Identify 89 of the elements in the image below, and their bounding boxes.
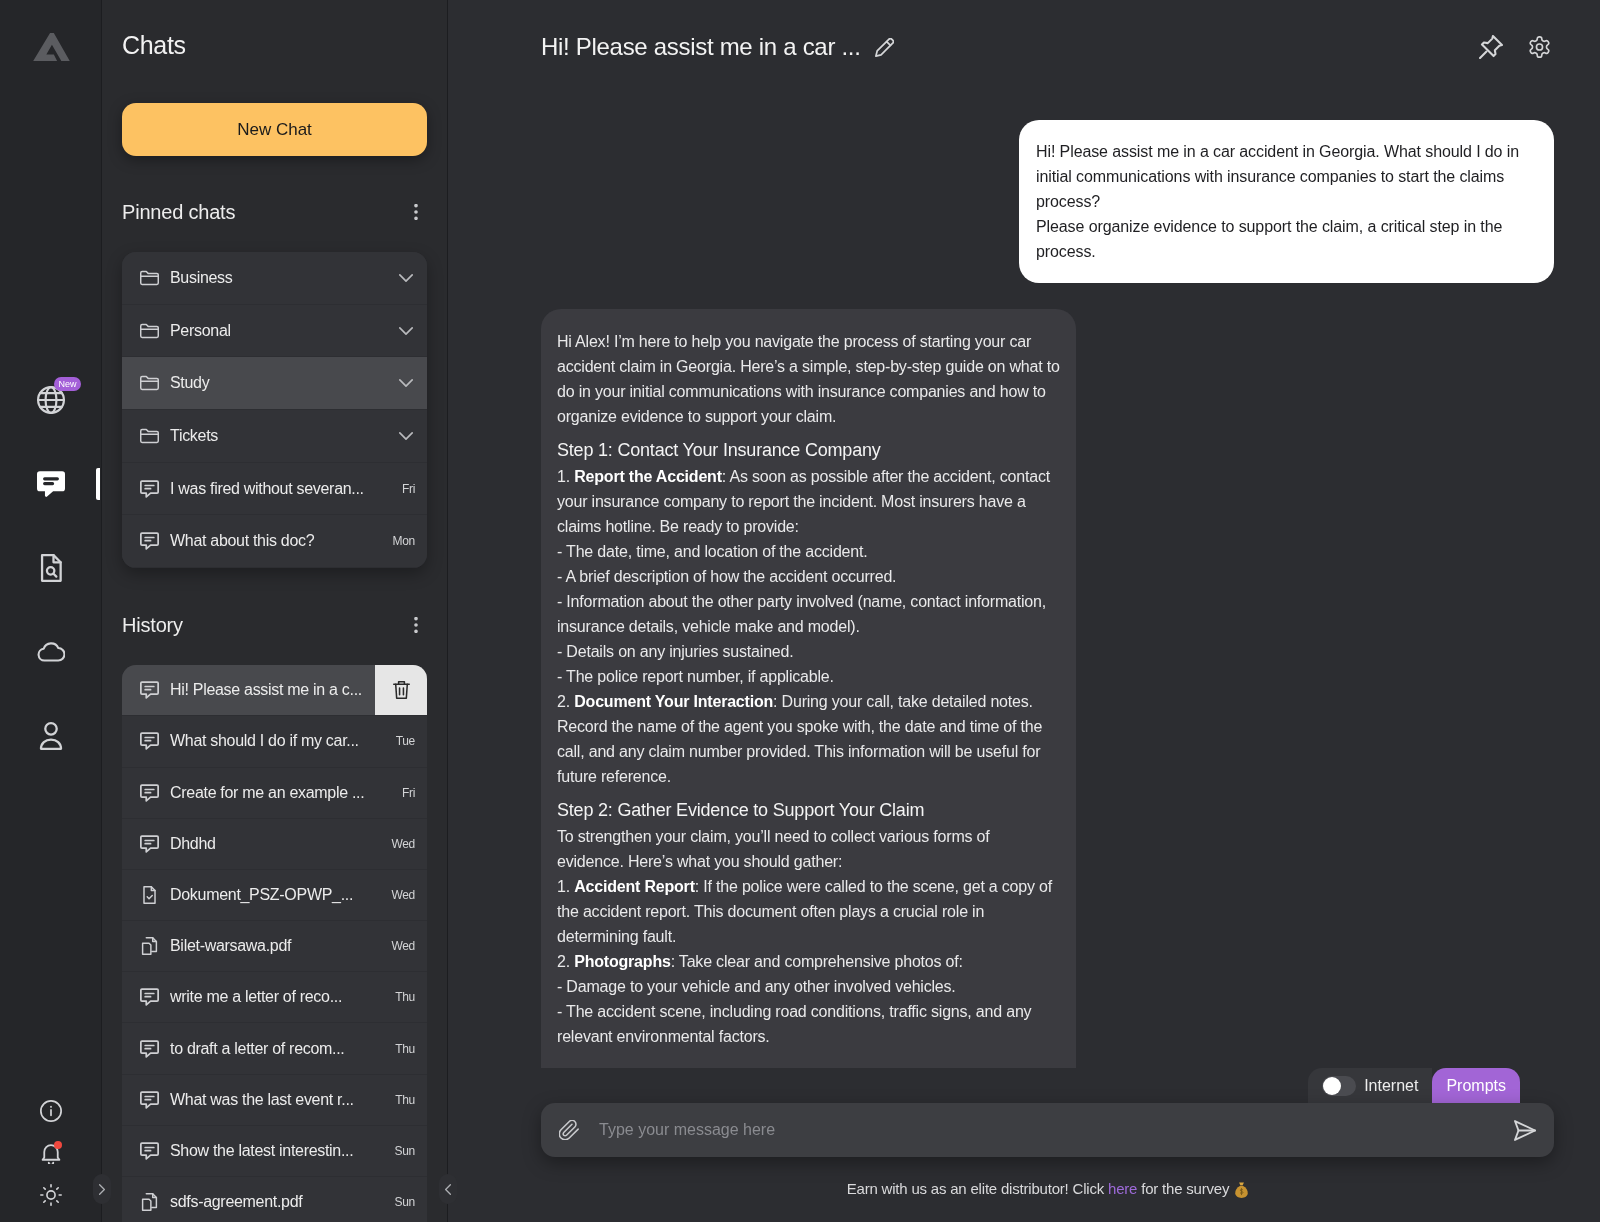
chat-bubble-icon: [140, 532, 159, 551]
folder-icon: [140, 374, 159, 393]
message-text: Hi! Please assist me in a car accident in Georgia. What should I do in initial communications with insurance companies to start the claims process?: [1036, 142, 1521, 212]
message-text: Please organize evidence to support the claim, a critical step in the process.: [1036, 217, 1504, 262]
section-title: History: [122, 613, 183, 639]
chat-bubble-icon: [140, 1039, 159, 1058]
new-chat-button[interactable]: New Chat: [122, 103, 427, 156]
message-heading: Step 2: Gather Evidence to Support Your Claim: [557, 799, 926, 822]
chevron-down-icon[interactable]: [399, 379, 413, 388]
message-text: - Information about the other party involved (name, contact information, insurance details, vehicle make and model).: [557, 592, 1047, 637]
pinned-item[interactable]: Business: [122, 252, 427, 305]
internet-tab[interactable]: Internet: [1308, 1068, 1433, 1103]
message-input[interactable]: Type your message here: [599, 1118, 1494, 1142]
chat-bubble-icon: [140, 783, 159, 802]
item-date: Wed: [391, 938, 415, 956]
money-bag-icon: [1235, 1181, 1249, 1198]
edit-icon[interactable]: [874, 37, 894, 57]
chat-bubble-icon: [140, 1141, 159, 1160]
item-date: Wed: [391, 886, 415, 904]
documents-icon: [140, 937, 159, 956]
chat-bubble-icon: [140, 1090, 159, 1109]
history-item[interactable]: Hi! Please assist me in a c...: [122, 665, 427, 717]
message-text: 2. Document Your Interaction: During your call, take detailed notes. Record the name of the agent you spoke with, the date and time of the call, and any claim number provided. This information will be useful for future reference.: [557, 692, 1044, 787]
message-text: - The police report number, if applicable.: [557, 667, 835, 687]
new-badge: New: [54, 377, 81, 391]
message-text: Hi Alex! I’m here to help you navigate the process of starting your car accident claim in Georgia. Here’s a simple, step-by-step guide on what to do in your initial communications with insurance companies and how to organize evidence to support your claim.: [557, 332, 1060, 427]
chat-bubble-icon[interactable]: [36, 470, 65, 498]
pinned-item[interactable]: Study: [122, 357, 427, 411]
item-date: Fri: [401, 784, 415, 802]
item-date: Mon: [392, 533, 415, 551]
promo-text: Earn with us as an elite distributor! Click here for the survey: [846, 1179, 1230, 1200]
globe-icon[interactable]: [36, 386, 65, 414]
expand-button[interactable]: [93, 1174, 111, 1204]
paperclip-icon[interactable]: [559, 1120, 579, 1140]
item-date: Sun: [394, 1194, 415, 1212]
bell-icon[interactable]: [39, 1142, 62, 1164]
item-date: Fri: [401, 480, 415, 498]
message-text: 1. Report the Accident: As soon as possible after the accident, contact your insurance company to report the incident. Most insurers have a claims hotline. Be ready to provide:: [557, 467, 1051, 537]
toggle-switch[interactable]: [1322, 1075, 1357, 1096]
message-text: - Details on any injuries sustained.: [557, 642, 795, 662]
pinned-item[interactable]: I was fired without severan... Fri: [122, 462, 427, 516]
folder-icon: [140, 426, 159, 445]
chevron-down-icon[interactable]: [399, 431, 413, 440]
message-heading: Step 1: Contact Your Insurance Company: [557, 439, 882, 462]
info-icon[interactable]: [39, 1100, 62, 1122]
chevron-left-icon: [445, 1183, 451, 1195]
pinned-item[interactable]: What about this doc? Mon: [122, 515, 427, 569]
chat-bubble-icon: [140, 681, 159, 700]
message-field[interactable]: Type your message here: [541, 1103, 1554, 1157]
item-date: Tue: [395, 733, 415, 751]
sidebar-title: Chats: [122, 30, 186, 62]
section-title: Pinned chats: [122, 200, 236, 225]
message-text: - Damage to your vehicle and any other involved vehicles.: [557, 977, 957, 997]
more-options-icon[interactable]: [414, 617, 418, 634]
item-date: Wed: [391, 835, 415, 853]
pin-icon[interactable]: [1479, 35, 1503, 59]
document-check-icon: [140, 885, 159, 904]
item-date: Sun: [394, 1142, 415, 1160]
folder-icon: [140, 268, 159, 287]
trash-icon: [392, 681, 410, 700]
send-icon[interactable]: [1514, 1119, 1536, 1141]
pinned-item[interactable]: Personal: [122, 304, 427, 358]
chat-bubble-icon: [140, 732, 159, 751]
message-text: - The accident scene, including road conditions, traffic signs, and any relevant environmental factors.: [557, 1002, 1033, 1047]
chat-bubble-icon: [140, 479, 159, 498]
chevron-down-icon[interactable]: [399, 326, 413, 335]
prompts-tab[interactable]: Prompts: [1432, 1068, 1520, 1103]
chat-title: Hi! Please assist me in a car ...: [541, 32, 861, 62]
pinned-item[interactable]: Tickets: [122, 410, 427, 463]
message-text: 2. Photographs: Take clear and comprehensive photos of:: [557, 952, 964, 972]
item-date: Thu: [395, 1091, 415, 1109]
more-options-icon[interactable]: [414, 204, 418, 220]
documents-icon: [140, 1193, 159, 1212]
sun-icon[interactable]: [39, 1184, 62, 1206]
message-text: - A brief description of how the accident occurred.: [557, 567, 898, 587]
chat-bubble-icon: [140, 834, 159, 853]
app-logo: [31, 32, 70, 62]
item-date: Thu: [395, 989, 415, 1007]
survey-link[interactable]: here: [1108, 1180, 1138, 1198]
chevron-down-icon[interactable]: [399, 273, 413, 282]
chevron-right-icon: [99, 1183, 105, 1195]
message-text: - The date, time, and location of the accident.: [557, 542, 869, 562]
folder-icon: [140, 321, 159, 340]
settings-icon[interactable]: [1529, 36, 1550, 58]
item-date: Thu: [395, 1040, 415, 1058]
message-text: To strengthen your claim, you’ll need to collect various forms of evidence. Here’s what you should gather:: [557, 827, 991, 872]
delete-button[interactable]: [375, 665, 427, 716]
chat-bubble-icon: [140, 988, 159, 1007]
message-text: 1. Accident Report: If the police were called to the scene, get a copy of the accident report. This document often plays a crucial role in determining fault.: [557, 877, 1054, 947]
